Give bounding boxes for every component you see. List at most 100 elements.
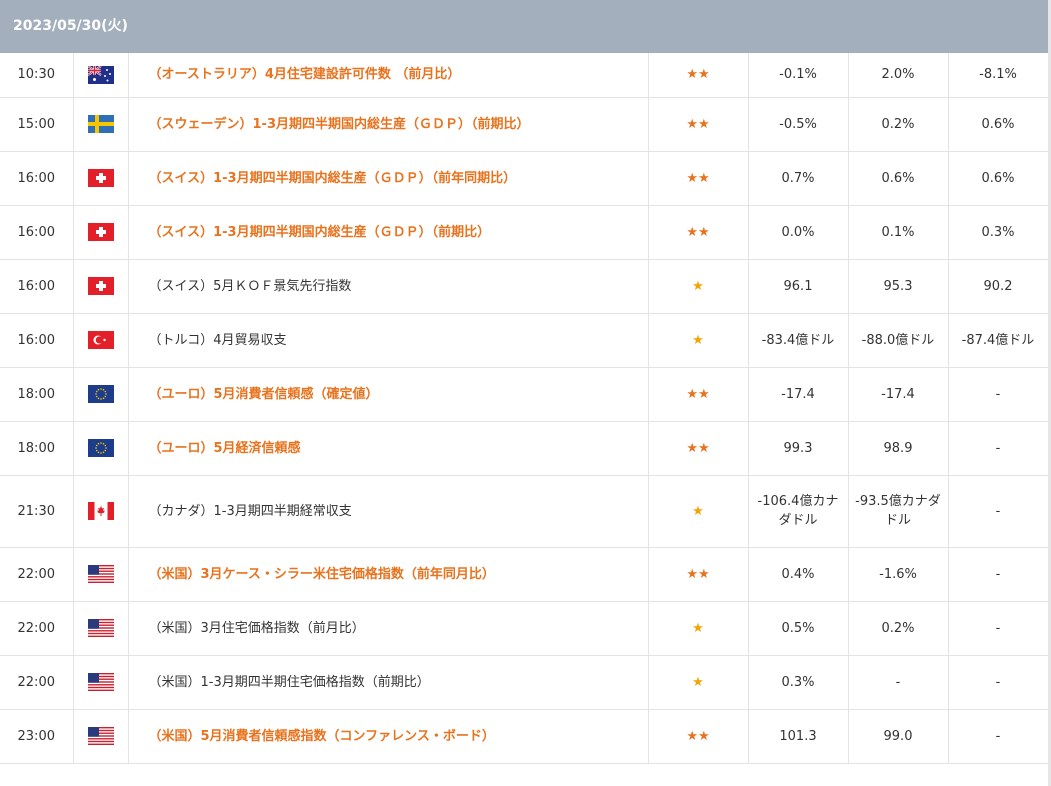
forecast-value: -1.6% — [848, 547, 949, 602]
eu-flag-icon — [87, 439, 114, 457]
importance-star-icon: ★★ — [686, 440, 710, 456]
importance-star-icon: ★★ — [686, 566, 710, 582]
eu-flag-icon — [87, 385, 114, 403]
actual-value: -83.4億ドル — [748, 313, 849, 368]
previous-value: - — [948, 655, 1049, 710]
canada-flag-icon — [87, 502, 114, 520]
indicator-name[interactable]: （米国）5月消費者信頼感指数（コンファレンス・ボード） — [128, 709, 649, 764]
importance-star-icon: ★★ — [686, 224, 710, 240]
flag-cell — [73, 367, 129, 422]
importance-cell: ★ — [648, 601, 749, 656]
indicator-name: （米国）1-3月期四半期住宅価格指数（前期比） — [128, 655, 649, 710]
forecast-value: 95.3 — [848, 259, 949, 314]
indicator-name[interactable]: （スイス）1-3月期四半期国内総生産（ＧＤＰ）（前年同期比） — [128, 151, 649, 206]
time-cell: 21:30 — [0, 475, 74, 548]
importance-cell: ★ — [648, 313, 749, 368]
indicator-name: （スイス）5月ＫＯＦ景気先行指数 — [128, 259, 649, 314]
actual-value: 101.3 — [748, 709, 849, 764]
time-cell: 22:00 — [0, 601, 74, 656]
table-row: 16:00 （スイス）5月ＫＯＦ景気先行指数 ★ 96.1 95.3 90.2 — [0, 259, 1049, 314]
actual-value: 0.0% — [748, 205, 849, 260]
usa-flag-icon — [87, 727, 114, 745]
previous-value: 0.3% — [948, 205, 1049, 260]
forecast-value: 99.0 — [848, 709, 949, 764]
flag-cell — [73, 205, 129, 260]
importance-star-icon: ★★ — [686, 386, 710, 402]
table-row: 16:00 （スイス）1-3月期四半期国内総生産（ＧＤＰ）（前年同期比） ★★ 0.7… — [0, 151, 1049, 206]
importance-star-icon: ★ — [692, 620, 704, 636]
forecast-value: 0.1% — [848, 205, 949, 260]
indicator-name[interactable]: （米国）3月ケース・シラー米住宅価格指数（前年同月比） — [128, 547, 649, 602]
economic-calendar-table: 10:30 （オーストラリア）4月住宅建設許可件数 （前月比） ★★ -0.1% 2.0… — [0, 53, 1049, 764]
usa-flag-icon — [87, 619, 114, 637]
flag-cell — [73, 259, 129, 314]
indicator-name: （トルコ）4月貿易収支 — [128, 313, 649, 368]
indicator-name[interactable]: （スイス）1-3月期四半期国内総生産（ＧＤＰ）（前期比） — [128, 205, 649, 260]
forecast-value: -93.5億カナダドル — [848, 475, 949, 548]
importance-star-icon: ★ — [692, 332, 704, 348]
forecast-value: - — [848, 655, 949, 710]
importance-star-icon: ★★ — [686, 728, 710, 744]
importance-star-icon: ★ — [692, 503, 704, 519]
previous-value: - — [948, 601, 1049, 656]
indicator-name[interactable]: （ユーロ）5月経済信頼感 — [128, 421, 649, 476]
importance-cell: ★★ — [648, 367, 749, 422]
switzerland-flag-icon — [87, 277, 114, 295]
importance-cell: ★ — [648, 655, 749, 710]
previous-value: - — [948, 367, 1049, 422]
time-cell: 22:00 — [0, 655, 74, 710]
previous-value: 90.2 — [948, 259, 1049, 314]
table-row: 15:00 （スウェーデン）1-3月期四半期国内総生産（ＧＤＰ）（前期比） ★★ -0… — [0, 97, 1049, 152]
indicator-name: （カナダ）1-3月期四半期経常収支 — [128, 475, 649, 548]
previous-value: -87.4億ドル — [948, 313, 1049, 368]
flag-cell — [73, 709, 129, 764]
table-row: 22:00 （米国）3月住宅価格指数（前月比） ★ 0.5% 0.2% - — [0, 601, 1049, 656]
importance-cell: ★★ — [648, 53, 749, 98]
indicator-name[interactable]: （オーストラリア）4月住宅建設許可件数 （前月比） — [128, 53, 649, 98]
sweden-flag-icon — [87, 115, 114, 133]
actual-value: -17.4 — [748, 367, 849, 422]
indicator-name[interactable]: （ユーロ）5月消費者信頼感（確定値） — [128, 367, 649, 422]
indicator-name[interactable]: （スウェーデン）1-3月期四半期国内総生産（ＧＤＰ）（前期比） — [128, 97, 649, 152]
time-cell: 16:00 — [0, 205, 74, 260]
importance-star-icon: ★ — [692, 674, 704, 690]
table-row: 21:30 （カナダ）1-3月期四半期経常収支 ★ -106.4億カナダドル -93.5… — [0, 475, 1049, 548]
flag-cell — [73, 151, 129, 206]
forecast-value: 0.2% — [848, 97, 949, 152]
importance-cell: ★★ — [648, 421, 749, 476]
forecast-value: -17.4 — [848, 367, 949, 422]
forecast-value: 2.0% — [848, 53, 949, 98]
importance-cell: ★ — [648, 259, 749, 314]
flag-cell — [73, 601, 129, 656]
actual-value: 0.5% — [748, 601, 849, 656]
actual-value: -0.5% — [748, 97, 849, 152]
table-row: 18:00 （ユーロ）5月経済信頼感 ★★ 99.3 98.9- — [0, 421, 1049, 476]
previous-value: -8.1% — [948, 53, 1049, 98]
previous-value: - — [948, 421, 1049, 476]
importance-cell: ★★ — [648, 205, 749, 260]
table-row: 16:00 （トルコ）4月貿易収支 ★ -83.4億ドル -88.0億ドル -87.4億ド… — [0, 313, 1049, 368]
importance-cell: ★★ — [648, 547, 749, 602]
date-header: 2023/05/30(火) — [0, 0, 1048, 53]
importance-cell: ★ — [648, 475, 749, 548]
time-cell: 16:00 — [0, 259, 74, 314]
table-row: 22:00 （米国）1-3月期四半期住宅価格指数（前期比） ★ 0.3% - - — [0, 655, 1049, 710]
importance-star-icon: ★★ — [686, 170, 710, 186]
actual-value: 99.3 — [748, 421, 849, 476]
table-row: 22:00 （米国）3月ケース・シラー米住宅価格指数（前年同月比） ★★ 0.4% -1… — [0, 547, 1049, 602]
flag-cell — [73, 97, 129, 152]
flag-cell — [73, 655, 129, 710]
previous-value: 0.6% — [948, 151, 1049, 206]
importance-cell: ★★ — [648, 151, 749, 206]
importance-cell: ★★ — [648, 97, 749, 152]
previous-value: 0.6% — [948, 97, 1049, 152]
switzerland-flag-icon — [87, 223, 114, 241]
actual-value: -0.1% — [748, 53, 849, 98]
time-cell: 18:00 — [0, 367, 74, 422]
importance-star-icon: ★★ — [686, 116, 710, 132]
usa-flag-icon — [87, 673, 114, 691]
actual-value: 96.1 — [748, 259, 849, 314]
forecast-value: 0.6% — [848, 151, 949, 206]
previous-value: - — [948, 709, 1049, 764]
time-cell: 16:00 — [0, 313, 74, 368]
